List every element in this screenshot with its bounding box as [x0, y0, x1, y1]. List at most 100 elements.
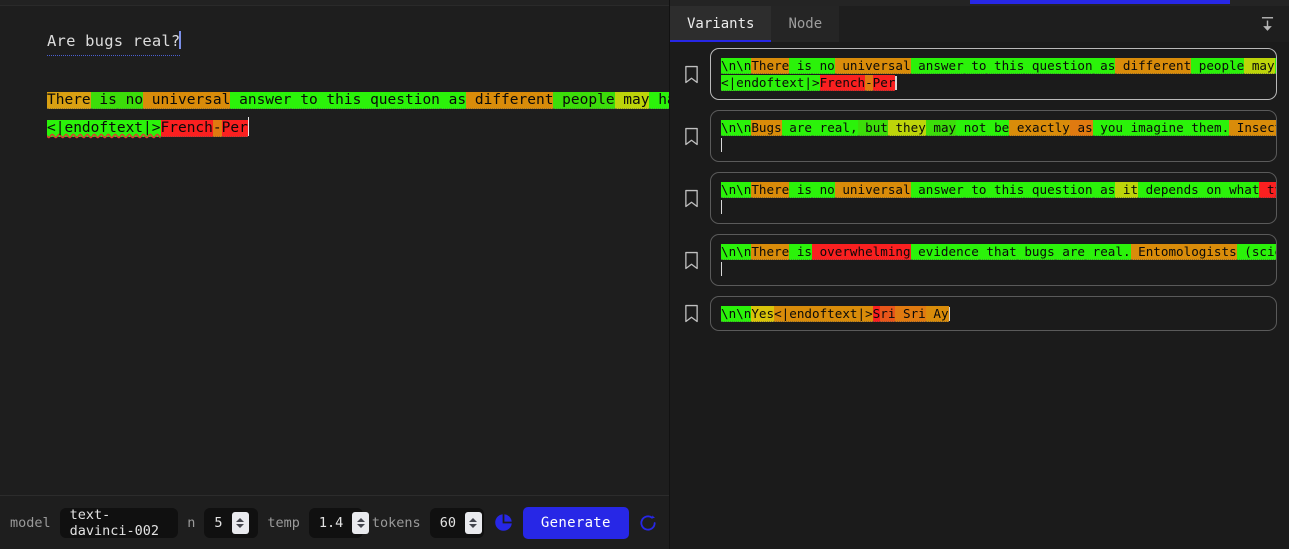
temp-input[interactable]: 1.4: [308, 507, 370, 538]
token[interactable]: is: [789, 244, 813, 260]
variants-list[interactable]: \n\nThere is no universal answer to this…: [670, 42, 1289, 549]
model-select[interactable]: text-davinci-002: [59, 507, 179, 539]
token[interactable]: you: [1092, 120, 1123, 136]
tab-variants[interactable]: Variants: [670, 6, 772, 42]
token[interactable]: to: [291, 92, 318, 109]
token[interactable]: answer: [910, 182, 964, 198]
prompt-editor[interactable]: Are bugs real? There is no universal ans…: [0, 6, 669, 495]
token[interactable]: French: [819, 75, 866, 91]
n-stepper[interactable]: [231, 511, 249, 534]
token[interactable]: \n\n: [721, 306, 752, 322]
token[interactable]: this: [986, 182, 1025, 198]
bookmark-icon[interactable]: [678, 304, 704, 323]
tokens-stepper[interactable]: [464, 511, 482, 534]
token[interactable]: Per: [221, 120, 248, 137]
token[interactable]: that: [978, 244, 1017, 260]
variant-card[interactable]: \n\nThere is no universal answer to this…: [710, 48, 1277, 100]
temp-stepper[interactable]: [352, 511, 370, 534]
token[interactable]: Ay: [925, 306, 949, 322]
token[interactable]: <|endoftext|>: [721, 75, 820, 91]
token[interactable]: universal: [834, 182, 911, 198]
token[interactable]: real.: [1085, 244, 1131, 260]
prompt-text[interactable]: Are bugs real?: [47, 28, 181, 56]
token[interactable]: real,: [812, 120, 858, 136]
variant-card[interactable]: \n\nBugs are real, but they may not be e…: [710, 110, 1277, 162]
bookmark-icon[interactable]: [678, 65, 704, 84]
token[interactable]: There: [751, 58, 790, 74]
token[interactable]: Insects,: [1229, 120, 1276, 136]
token[interactable]: overwhelming: [812, 244, 911, 260]
token[interactable]: are: [781, 120, 813, 136]
tab-node[interactable]: Node: [771, 6, 839, 42]
token[interactable]: \n\n: [721, 120, 752, 136]
token[interactable]: There: [751, 244, 790, 260]
token[interactable]: There: [751, 182, 790, 198]
generate-button[interactable]: Generate: [522, 506, 629, 539]
token[interactable]: no: [116, 92, 144, 109]
token[interactable]: it: [1115, 182, 1139, 198]
token[interactable]: Per: [872, 75, 896, 91]
token[interactable]: as: [1069, 120, 1093, 136]
bookmark-icon[interactable]: [678, 251, 704, 270]
prompt-line[interactable]: Are bugs real?: [47, 28, 669, 56]
bookmark-icon[interactable]: [678, 127, 704, 146]
token[interactable]: this: [317, 92, 362, 109]
token[interactable]: -: [212, 120, 222, 137]
token[interactable]: ri: [880, 306, 896, 322]
token[interactable]: different: [1115, 58, 1192, 74]
token[interactable]: different: [466, 92, 554, 109]
token[interactable]: question: [1024, 58, 1093, 74]
token[interactable]: have: [1274, 58, 1276, 74]
pie-chart-icon[interactable]: [493, 509, 514, 537]
token[interactable]: question: [361, 92, 440, 109]
token[interactable]: to: [963, 182, 987, 198]
token[interactable]: as: [1092, 182, 1116, 198]
token[interactable]: \n\n: [721, 58, 752, 74]
token[interactable]: \n\n: [721, 244, 752, 260]
token[interactable]: is: [789, 182, 813, 198]
completion-text[interactable]: There is no universal answer to this que…: [47, 86, 669, 142]
variant-card[interactable]: \n\nThere is overwhelming evidence that …: [710, 234, 1277, 286]
token[interactable]: not: [956, 120, 987, 136]
token[interactable]: Yes: [751, 306, 775, 322]
token[interactable]: universal: [834, 58, 911, 74]
token[interactable]: what: [1221, 182, 1260, 198]
token[interactable]: is: [789, 58, 813, 74]
token[interactable]: be: [986, 120, 1010, 136]
token[interactable]: may: [925, 120, 957, 136]
n-input[interactable]: 5: [204, 507, 259, 538]
token[interactable]: <|endoftext|>: [47, 120, 161, 137]
token[interactable]: they: [887, 120, 926, 136]
variant-card[interactable]: \n\nYes<|endoftext|>Sri Sri Ay: [710, 296, 1277, 331]
variant-card[interactable]: \n\nThere is no universal answer to this…: [710, 172, 1277, 224]
token[interactable]: people: [1191, 58, 1245, 74]
token[interactable]: Entomologists: [1130, 244, 1237, 260]
token[interactable]: French: [160, 120, 213, 137]
token[interactable]: are: [1054, 244, 1086, 260]
token[interactable]: as: [439, 92, 467, 109]
token[interactable]: Bugs: [751, 120, 782, 136]
token[interactable]: <|endoftext|>: [774, 306, 873, 322]
token[interactable]: is: [90, 92, 117, 109]
token[interactable]: to: [963, 58, 987, 74]
token[interactable]: people: [553, 92, 615, 109]
token[interactable]: answer: [910, 58, 964, 74]
token[interactable]: There: [47, 92, 91, 109]
token[interactable]: no: [812, 58, 835, 74]
token[interactable]: imagine: [1123, 120, 1184, 136]
loading-spinner-icon[interactable]: [638, 509, 659, 537]
token[interactable]: may: [614, 92, 650, 109]
token[interactable]: bugs: [1016, 244, 1055, 260]
token[interactable]: but: [857, 120, 888, 136]
token[interactable]: on: [1198, 182, 1222, 198]
token[interactable]: depends: [1138, 182, 1199, 198]
token[interactable]: answer: [230, 92, 292, 109]
token[interactable]: may: [1244, 58, 1275, 74]
token[interactable]: as: [1092, 58, 1116, 74]
token[interactable]: question: [1024, 182, 1093, 198]
collapse-all-down-icon[interactable]: [1245, 6, 1289, 42]
token[interactable]: -: [865, 75, 873, 91]
token[interactable]: types: [1259, 182, 1276, 198]
token[interactable]: exactly: [1009, 120, 1070, 136]
token[interactable]: (scientists: [1236, 244, 1276, 260]
